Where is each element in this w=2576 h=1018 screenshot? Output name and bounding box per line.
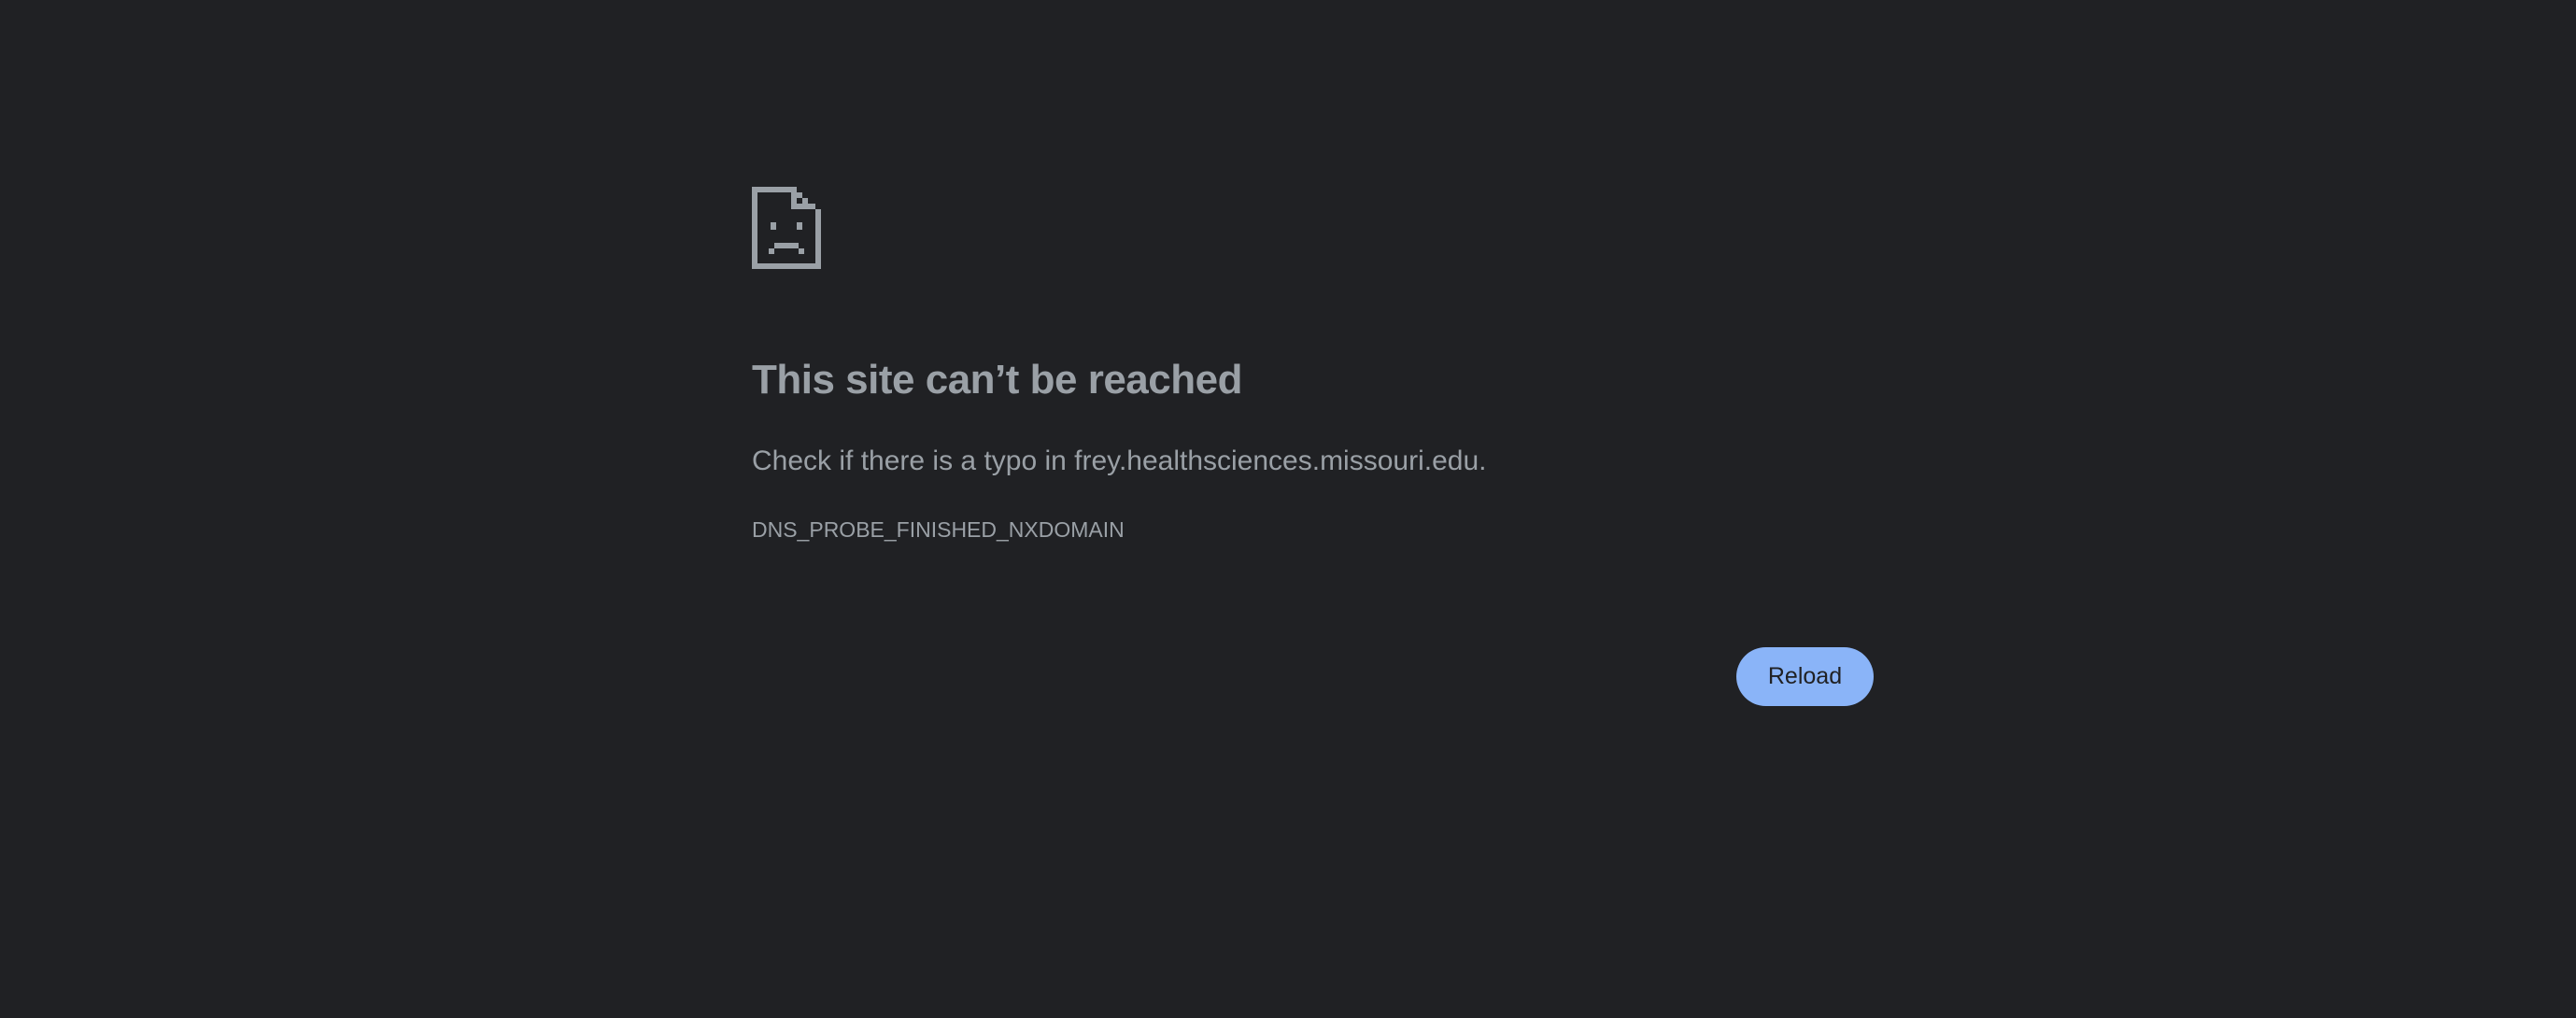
page-title: This site can’t be reached [752, 357, 1242, 403]
error-code: DNS_PROBE_FINISHED_NXDOMAIN [752, 517, 1125, 542]
error-page: This site can’t be reached Check if ther… [0, 0, 2576, 1018]
reload-button[interactable]: Reload [1736, 647, 1874, 706]
typo-suggestion: Check if there is a typo in frey.healths… [752, 445, 1487, 476]
sad-document-icon [752, 187, 821, 269]
